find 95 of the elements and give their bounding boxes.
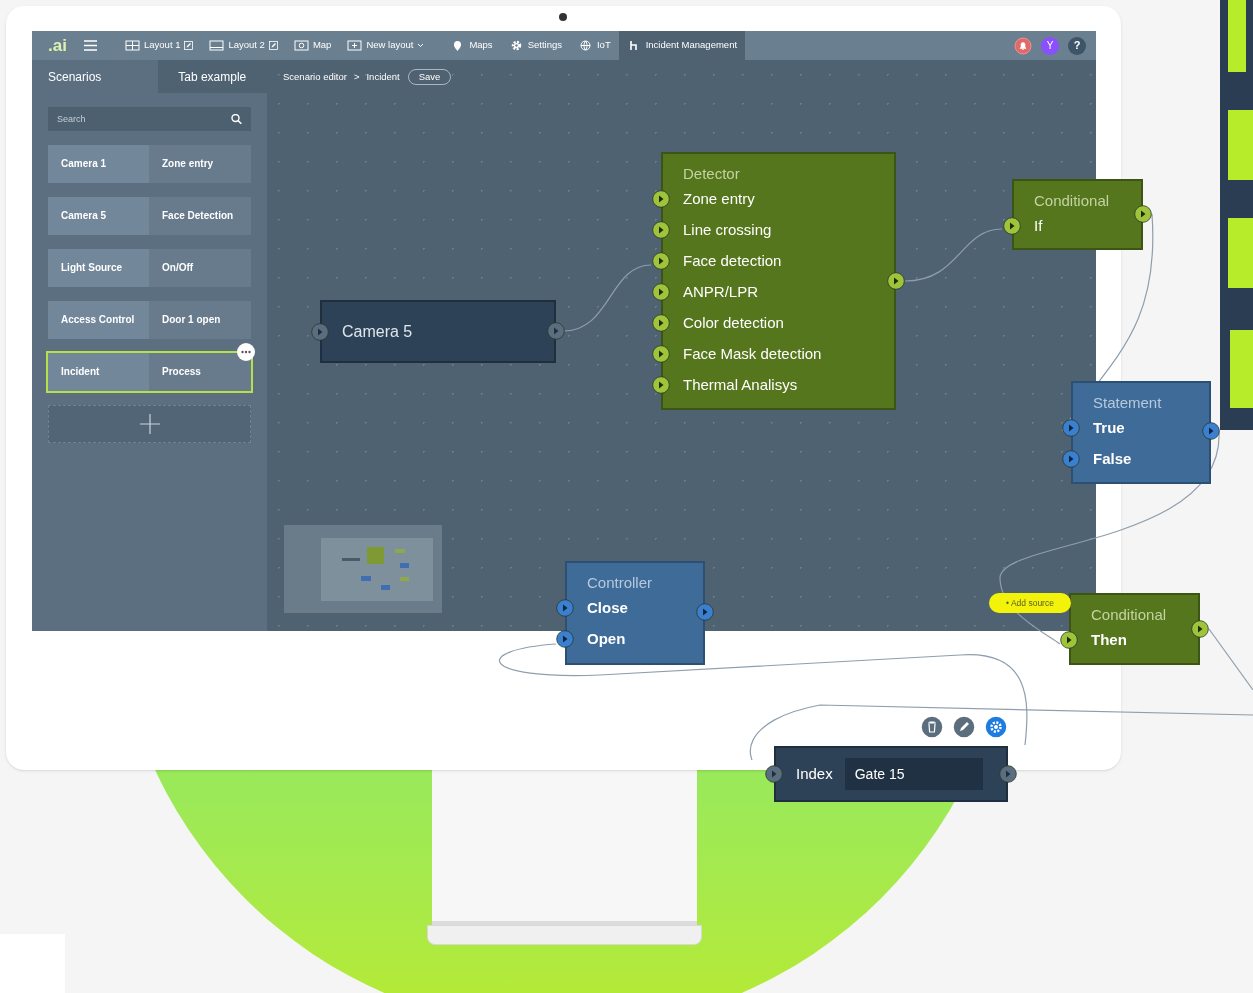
scenario-action: Process — [149, 353, 251, 391]
scenario-source: Camera 1 — [48, 145, 149, 183]
port-label: If — [1033, 216, 1044, 237]
nav-tab[interactable]: IoT — [569, 31, 619, 60]
nav-tab[interactable]: Layout 1 — [117, 31, 202, 60]
play-port-icon[interactable] — [1003, 217, 1021, 235]
decor-bar — [1228, 110, 1253, 180]
nav-tab[interactable]: Incident Management — [618, 31, 746, 60]
edit-icon — [268, 41, 278, 50]
scenario-source: Light Source — [48, 249, 149, 287]
grid-icon — [125, 39, 140, 52]
scenario-row[interactable]: Camera 5 Face Detection — [48, 197, 251, 235]
map-icon — [293, 39, 309, 52]
play-port-icon[interactable] — [1202, 422, 1220, 440]
flow-node[interactable]: Detector Zone entry Line crossing Face detection ANPR/LPR Color detection Face Mask detection Thermal Analisys — [661, 152, 896, 410]
layout-icon — [209, 39, 225, 52]
scenario-row[interactable]: Camera 1 Zone entry — [48, 145, 251, 183]
breadcrumb-separator: > — [353, 69, 360, 84]
port-label: Color detection — [682, 313, 785, 334]
trash-icon[interactable] — [920, 715, 944, 739]
port-label: True — [1092, 418, 1126, 439]
port-label: Open — [586, 629, 627, 650]
nav-tab[interactable]: New layout — [339, 31, 433, 60]
plus-icon — [139, 414, 160, 434]
add-source-button[interactable]: • Add source — [989, 593, 1071, 613]
play-port-icon[interactable] — [556, 630, 574, 648]
menu-icon[interactable] — [84, 40, 97, 51]
play-port-icon[interactable] — [999, 765, 1017, 783]
port-label: Close — [586, 598, 629, 619]
flow-node[interactable]: Conditional Then — [1069, 593, 1200, 665]
scenario-source: Incident — [48, 353, 149, 391]
play-port-icon[interactable] — [887, 272, 905, 290]
help-button[interactable]: ? — [1068, 36, 1086, 55]
logo[interactable]: .ai — [48, 32, 70, 59]
flow-node[interactable]: Camera 5 — [320, 300, 556, 363]
node-title: Detector — [682, 164, 741, 184]
play-port-icon[interactable] — [652, 190, 670, 208]
sidebar-tab[interactable]: Tab example — [157, 60, 267, 93]
caret-icon — [417, 43, 425, 48]
more-options-icon[interactable] — [237, 343, 255, 361]
play-port-icon[interactable] — [652, 283, 670, 301]
scenario-action: Face Detection — [149, 197, 251, 235]
index-node[interactable]: Index Gate 15 — [774, 746, 1008, 802]
port-label: Face detection — [682, 251, 783, 272]
port-label: ANPR/LPR — [682, 282, 760, 303]
node-title: Controller — [586, 573, 654, 593]
scenario-action: On/Off — [149, 249, 251, 287]
scenario-source: Access Control — [48, 301, 149, 339]
node-title: Statement — [1092, 393, 1163, 413]
flow-node[interactable]: Statement True False — [1071, 381, 1211, 484]
node-title: Conditional — [1090, 605, 1168, 625]
user-avatar[interactable]: Y — [1041, 36, 1059, 55]
nav-tab[interactable]: Maps — [442, 31, 501, 60]
nav-tab[interactable]: Settings — [500, 31, 570, 60]
play-port-icon[interactable] — [652, 345, 670, 363]
pencil-icon[interactable] — [952, 715, 976, 739]
breadcrumb-link[interactable]: Incident — [366, 69, 400, 85]
node-title: Conditional — [1033, 191, 1111, 211]
search-icon[interactable] — [222, 107, 251, 131]
flow-node[interactable]: Controller Close Open — [565, 561, 705, 665]
scenario-action: Zone entry — [149, 145, 251, 183]
breadcrumb-link[interactable]: Scenario editor — [283, 69, 347, 85]
search-field[interactable]: Search — [48, 107, 222, 131]
play-port-icon[interactable] — [1060, 631, 1078, 649]
scenario-source: Camera 5 — [48, 197, 149, 235]
port-label: Then — [1090, 630, 1128, 651]
index-value-field[interactable]: Gate 15 — [844, 758, 983, 790]
scenario-row[interactable]: Light Source On/Off — [48, 249, 251, 287]
edit-icon — [184, 41, 194, 50]
port-label: Zone entry — [682, 189, 756, 210]
port-label: Thermal Analisys — [682, 375, 799, 396]
notification-bell-icon[interactable] — [1014, 36, 1032, 55]
play-port-icon[interactable] — [652, 376, 670, 394]
port-label: Face Mask detection — [682, 344, 823, 365]
node-title: Index — [795, 763, 834, 784]
port-label: Line crossing — [682, 220, 773, 241]
settings-icon[interactable] — [984, 715, 1008, 739]
decor-bar — [1228, 0, 1246, 72]
play-port-icon[interactable] — [652, 314, 670, 332]
decor-bar — [1228, 218, 1253, 288]
scenario-row[interactable]: Incident Process — [48, 353, 251, 391]
scenario-row[interactable]: Access Control Door 1 open — [48, 301, 251, 339]
nav-tab[interactable]: Layout 2 — [201, 31, 286, 60]
globe-icon — [577, 39, 593, 52]
port-label: False — [1092, 449, 1133, 470]
play-port-icon[interactable] — [765, 765, 783, 783]
add-layout-icon — [347, 39, 363, 52]
play-port-icon[interactable] — [1134, 205, 1152, 223]
flow-node[interactable]: Conditional If — [1012, 179, 1143, 250]
node-title: Camera 5 — [341, 321, 414, 342]
play-port-icon[interactable] — [652, 221, 670, 239]
play-port-icon[interactable] — [1191, 620, 1209, 638]
scenario-action: Door 1 open — [149, 301, 251, 339]
play-port-icon[interactable] — [652, 252, 670, 270]
nav-tab[interactable]: Map — [285, 31, 340, 60]
